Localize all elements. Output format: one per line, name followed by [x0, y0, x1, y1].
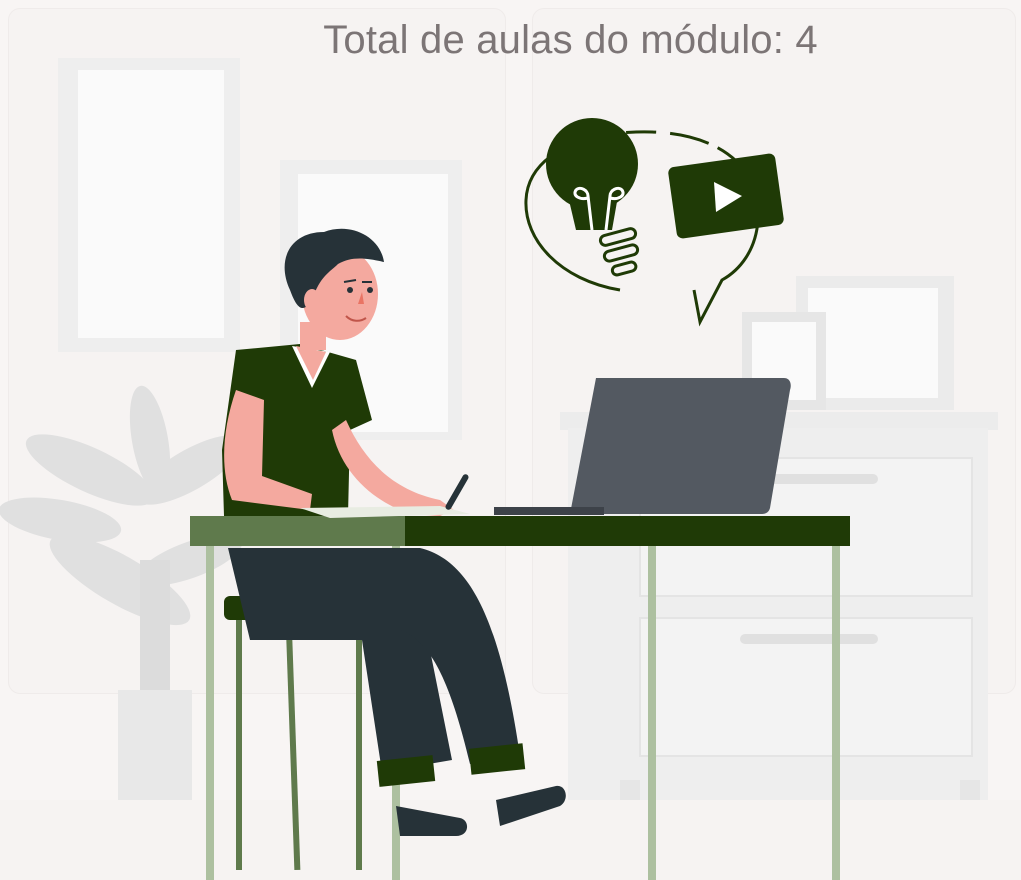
- play-video-icon: [668, 153, 784, 239]
- lightbulb-icon: [546, 118, 640, 277]
- page-title: Total de aulas do módulo: 4: [323, 18, 818, 62]
- laptop: [494, 378, 791, 515]
- plant: [0, 385, 243, 800]
- wall-frame-left: [58, 58, 240, 352]
- study-scene: [0, 58, 1021, 880]
- illustration-stage: Total de aulas do módulo: 4: [0, 0, 1021, 880]
